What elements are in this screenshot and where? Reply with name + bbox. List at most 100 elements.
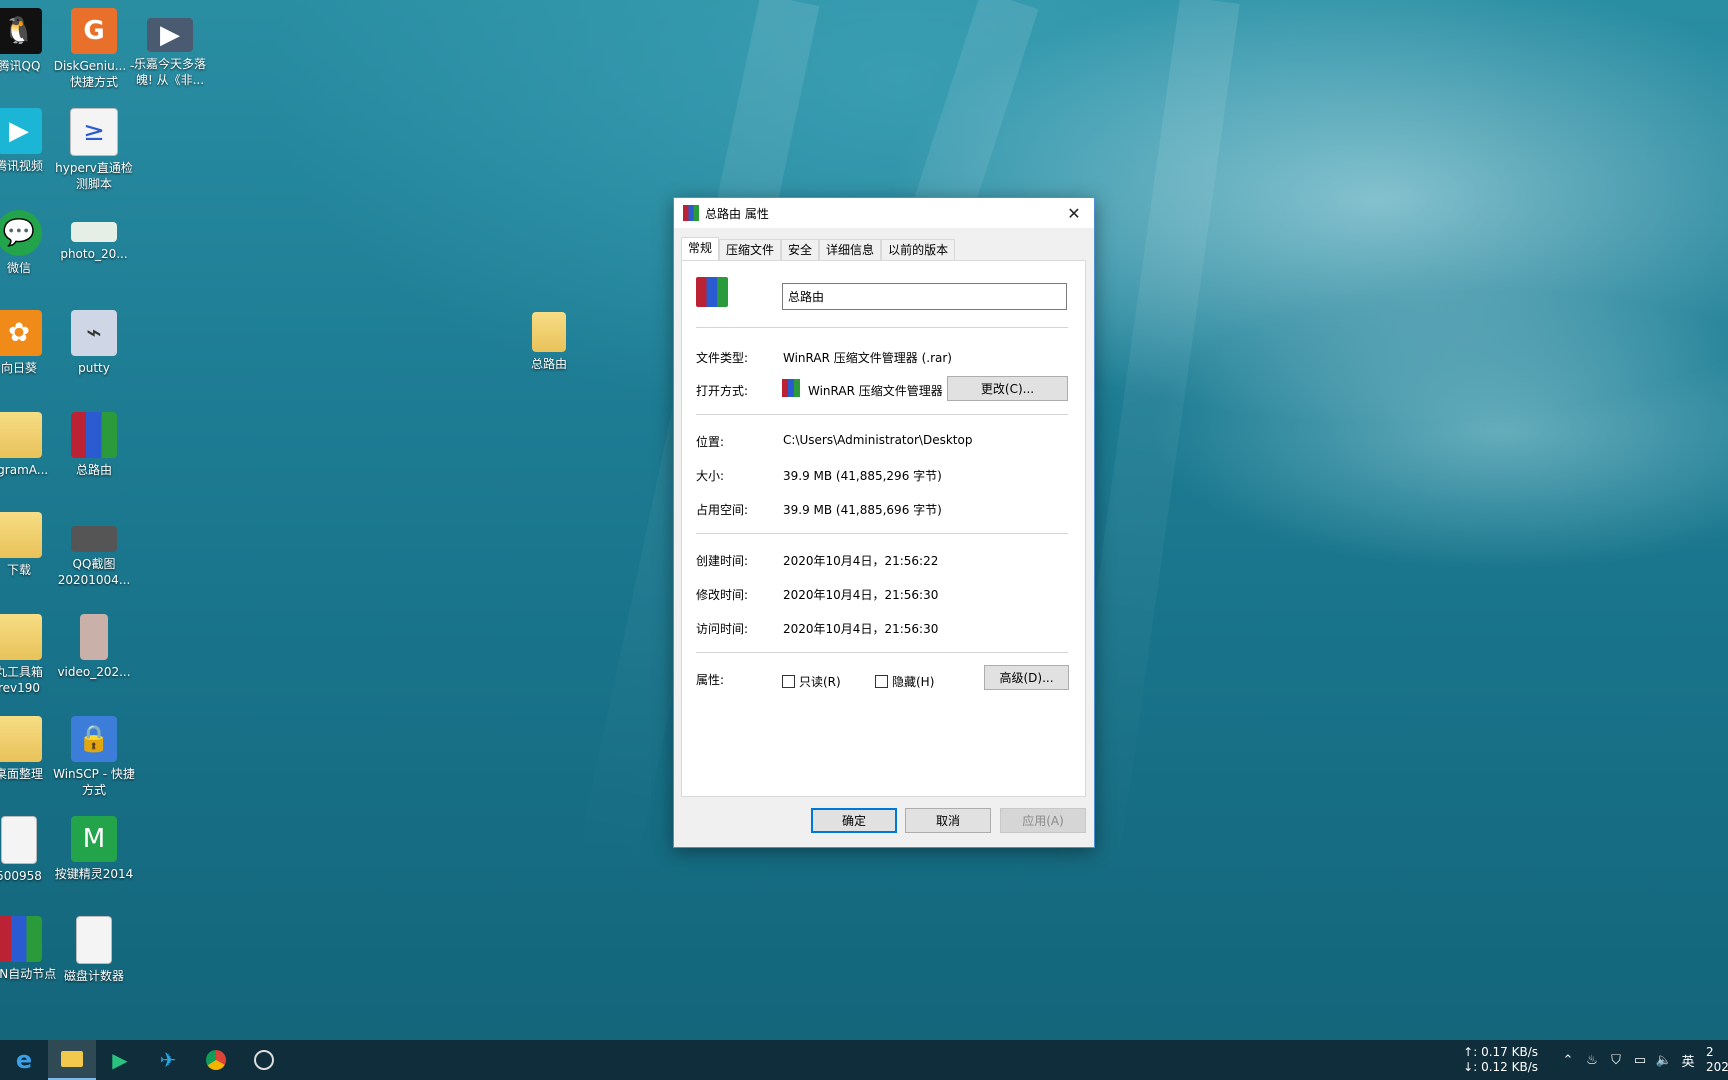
apply-button[interactable]: 应用(A) <box>1000 808 1086 833</box>
desktop-icon-disk-counter[interactable]: 磁盘计数器 <box>53 916 135 984</box>
open-with-value: WinRAR 压缩文件管理器 <box>808 384 942 398</box>
shield-icon[interactable]: ⛉ <box>1604 1053 1628 1068</box>
tab-archive[interactable]: 压缩文件 <box>719 239 782 260</box>
desktop-icon-video-file[interactable]: video_202... <box>53 614 135 680</box>
winrar-archive-icon <box>71 412 117 458</box>
ie-icon[interactable]: e <box>0 1040 48 1080</box>
properties-dialog: 总路由 属性 ✕ 常规 压缩文件 安全 详细信息 以前的版本 文件类型: Win… <box>673 197 1095 848</box>
tray-app-icon[interactable]: ♨ <box>1580 1053 1604 1068</box>
desktop-icon-anjian[interactable]: M 按键精灵2014 <box>53 816 135 882</box>
desktop-icon-sunflower[interactable]: ✿ 向日葵 <box>0 310 60 376</box>
tab-security[interactable]: 安全 <box>781 239 820 260</box>
desktop-icon-folder-zongluyou[interactable]: 总路由 <box>508 312 590 372</box>
close-button[interactable]: ✕ <box>1054 198 1094 228</box>
ok-button[interactable]: 确定 <box>811 808 897 833</box>
desktop-icon-label: WinSCP - 快捷方式 <box>53 767 135 797</box>
size-label: 大小: <box>696 469 725 483</box>
chevron-up-icon[interactable]: ⌃ <box>1556 1053 1580 1068</box>
tab-bar: 常规 压缩文件 安全 详细信息 以前的版本 <box>681 237 956 260</box>
desktop-icon-label: hyperv直通检测脚本 <box>55 161 133 191</box>
desktop-icon-label: 按键精灵2014 <box>54 867 134 881</box>
desktop-icon-500958[interactable]: 500958 <box>0 816 60 884</box>
desktop-icon-label: 腾讯视频 <box>0 159 43 173</box>
separator <box>696 327 1068 328</box>
anjian-icon: M <box>71 816 117 862</box>
image-file-icon <box>71 222 117 242</box>
desktop-icon-rar-zongluyou[interactable]: 总路由 <box>53 412 135 478</box>
desktop-icon-label: 微信 <box>6 261 31 275</box>
desktop-icon-cdn-node[interactable]: CDN自动节点 <box>0 916 60 982</box>
diskgenius-icon: G <box>71 8 117 54</box>
desktop-icon-downloads[interactable]: 下载 <box>0 512 60 578</box>
tab-general[interactable]: 常规 <box>681 237 720 260</box>
desktop-icon-label: 总路由 <box>530 357 567 371</box>
desktop-icon-putty[interactable]: ⌁ putty <box>53 310 135 376</box>
tencent-video-icon[interactable]: ▶ <box>96 1040 144 1080</box>
desktop-icon-qq[interactable]: 🐧 腾讯QQ <box>0 8 60 74</box>
network-icon[interactable]: ▭ <box>1628 1053 1652 1068</box>
desktop-icon-label: 乐嘉今天多落魄! 从《非... <box>133 57 206 87</box>
system-tray: ↑: 0.17 KB/s ↓: 0.12 KB/s ⌃ ♨ ⛉ ▭ 🔈 英 2 … <box>1463 1040 1728 1080</box>
telegram-icon[interactable]: ✈ <box>144 1040 192 1080</box>
chrome-icon[interactable] <box>192 1040 240 1080</box>
checkbox-box[interactable] <box>782 675 795 688</box>
size-value: 39.9 MB (41,885,296 字节) <box>783 469 942 483</box>
tab-details[interactable]: 详细信息 <box>819 239 882 260</box>
accessed-value: 2020年10月4日，21:56:30 <box>783 622 939 636</box>
desktop-icon-telegram-folder[interactable]: egramA... <box>0 412 60 478</box>
modified-label: 修改时间: <box>696 588 749 602</box>
obs-icon[interactable] <box>240 1040 288 1080</box>
created-value: 2020年10月4日，21:56:22 <box>783 554 939 568</box>
desktop-icon-label: 总路由 <box>75 463 112 477</box>
desktop-icon-toolbox-folder[interactable]: 丸工具箱 rev190 <box>0 614 60 696</box>
qq-icon: 🐧 <box>0 8 42 54</box>
advanced-button[interactable]: 高级(D)... <box>984 665 1069 690</box>
hidden-checkbox[interactable]: 隐藏(H) <box>875 673 934 690</box>
desktop-icon-label: CDN自动节点 <box>0 967 57 981</box>
folder-icon <box>0 412 42 458</box>
desktop-icon-hyperv-script[interactable]: ≥ hyperv直通检测脚本 <box>53 108 135 192</box>
desktop-icon-qq-screenshot[interactable]: QQ截图20201004... <box>53 526 135 588</box>
checkbox-box[interactable] <box>875 675 888 688</box>
desktop-icon-desktop-organize[interactable]: 桌面整理 <box>0 716 60 782</box>
file-explorer-icon[interactable] <box>48 1040 96 1080</box>
desktop-icon-label: QQ截图20201004... <box>57 557 131 587</box>
desktop-icon-photo[interactable]: photo_20... <box>53 222 135 262</box>
desktop-icon-label: DiskGeniu... - 快捷方式 <box>53 59 135 89</box>
clock-date: 202 <box>1706 1060 1728 1074</box>
separator <box>696 533 1068 534</box>
general-panel: 文件类型: WinRAR 压缩文件管理器 (.rar) 打开方式: WinRAR… <box>681 260 1086 797</box>
desktop-icon-video-thumbnail[interactable]: ▶ 乐嘉今天多落魄! 从《非... <box>129 18 211 88</box>
upload-speed: ↑: 0.17 KB/s <box>1463 1045 1538 1059</box>
filename-input[interactable] <box>782 283 1067 310</box>
download-speed: ↓: 0.12 KB/s <box>1463 1060 1538 1074</box>
taskbar: e ▶ ✈ ↑: 0.17 KB/s ↓: 0.12 KB/s ⌃ ♨ ⛉ ▭ … <box>0 1040 1728 1080</box>
separator <box>696 652 1068 653</box>
video-thumbnail-icon: ▶ <box>147 18 193 52</box>
location-value: C:\Users\Administrator\Desktop <box>783 433 973 447</box>
desktop-icon-label: 向日葵 <box>0 361 37 375</box>
change-button[interactable]: 更改(C)... <box>947 376 1068 401</box>
clock[interactable]: 2 202 <box>1700 1045 1728 1075</box>
cancel-button[interactable]: 取消 <box>905 808 991 833</box>
volume-icon[interactable]: 🔈 <box>1652 1053 1676 1068</box>
location-label: 位置: <box>696 435 725 449</box>
readonly-checkbox[interactable]: 只读(R) <box>782 673 841 690</box>
hidden-label: 隐藏(H) <box>892 675 935 689</box>
dialog-titlebar[interactable]: 总路由 属性 ✕ <box>674 198 1094 228</box>
desktop-icon-label: 桌面整理 <box>0 767 43 781</box>
desktop-icon-label: 丸工具箱 rev190 <box>0 665 43 695</box>
text-file-icon <box>76 916 112 964</box>
file-type-value: WinRAR 压缩文件管理器 (.rar) <box>783 351 952 365</box>
ime-indicator[interactable]: 英 <box>1676 1051 1700 1070</box>
attributes-label: 属性: <box>696 673 725 687</box>
winrar-archive-icon <box>696 277 728 307</box>
image-file-icon <box>71 526 117 552</box>
tab-previous-versions[interactable]: 以前的版本 <box>881 239 956 260</box>
desktop-icon-tencent-video[interactable]: ▶ 腾讯视频 <box>0 108 60 174</box>
desktop-icon-winscp[interactable]: 🔒 WinSCP - 快捷方式 <box>53 716 135 798</box>
desktop-icon-diskgenius[interactable]: G DiskGeniu... - 快捷方式 <box>53 8 135 90</box>
dialog-title: 总路由 属性 <box>705 206 769 221</box>
desktop-icon-wechat[interactable]: 💬 微信 <box>0 210 60 276</box>
disk-size-label: 占用空间: <box>696 503 749 517</box>
